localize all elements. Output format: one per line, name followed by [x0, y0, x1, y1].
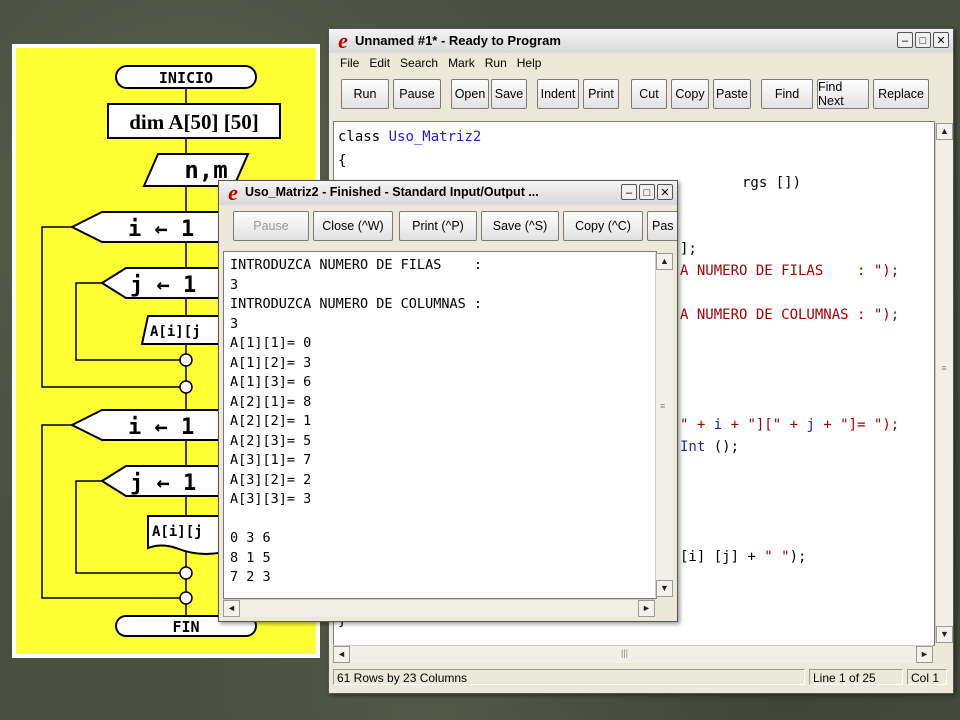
menu-edit[interactable]: Edit: [364, 53, 395, 73]
print-button[interactable]: Print: [583, 79, 619, 109]
output-line: A[1][3]= 6: [230, 374, 312, 390]
maximize-icon[interactable]: □: [639, 184, 655, 200]
pause-button[interactable]: Pause: [233, 211, 309, 241]
editor-vertical-scrollbar[interactable]: ▲ ≡ ▼: [935, 123, 953, 643]
find-next-button[interactable]: Find Next: [817, 79, 869, 109]
end-label: FIN: [172, 618, 199, 636]
output-title: Uso_Matriz2 - Finished - Standard Input/…: [245, 185, 539, 199]
scroll-right-icon[interactable]: ►: [916, 646, 933, 663]
output-line: 8 1 5: [230, 549, 271, 566]
code-line: {: [338, 153, 347, 169]
read-label: A[i][j: [150, 324, 201, 340]
loop-i-label-2: i ← 1: [128, 415, 194, 440]
menu-help[interactable]: Help: [512, 53, 547, 73]
scroll-left-icon[interactable]: ◄: [333, 646, 350, 663]
editor-title: Unnamed #1* - Ready to Program: [355, 33, 561, 48]
indent-button[interactable]: Indent: [537, 79, 579, 109]
console-output[interactable]: INTRODUZCA NUMERO DE FILAS : 3 INTRODUZC…: [223, 251, 657, 599]
output-line: 0 3 6: [230, 530, 271, 546]
code-line: " + i + "][" + j + "]= ");: [680, 417, 900, 433]
output-line: A[3][1]= 7: [230, 452, 312, 468]
scroll-right-icon[interactable]: ►: [638, 600, 655, 617]
loop-j-label-1: j ← 1: [130, 273, 196, 298]
close-button[interactable]: Close (^W): [313, 211, 393, 241]
close-icon[interactable]: ✕: [933, 32, 949, 48]
start-label: INICIO: [159, 69, 213, 87]
menu-file[interactable]: File: [335, 53, 364, 73]
code-line: ];: [680, 241, 697, 257]
pause-button[interactable]: Pause: [393, 79, 441, 109]
output-line: A[3][3]= 3: [230, 491, 312, 507]
code-line: class Uso_Matriz2: [338, 129, 482, 145]
replace-button[interactable]: Replace: [873, 79, 929, 109]
scroll-down-icon[interactable]: ▼: [656, 580, 673, 597]
connector-2: [179, 380, 193, 394]
output-line: A[2][1]= 8: [230, 393, 312, 410]
scroll-up-icon[interactable]: ▲: [656, 253, 673, 270]
loop-j-label-2: j ← 1: [130, 471, 196, 496]
output-line: A[3][2]= 2: [230, 471, 312, 488]
editor-titlebar[interactable]: e Unnamed #1* - Ready to Program – □ ✕: [329, 29, 953, 54]
output-window[interactable]: e Uso_Matriz2 - Finished - Standard Inpu…: [218, 180, 678, 622]
status-col: Col 1: [907, 669, 947, 685]
minimize-icon[interactable]: –: [897, 32, 913, 48]
scroll-down-icon[interactable]: ▼: [936, 626, 953, 643]
output-line: A[1][2]= 3: [230, 354, 312, 371]
scroll-up-icon[interactable]: ▲: [936, 123, 953, 140]
print-button[interactable]: Print (^P): [399, 211, 477, 241]
app-logo-icon: e: [338, 28, 348, 53]
output-line: A[2][2]= 1: [230, 413, 312, 429]
app-logo-icon: e: [228, 180, 238, 205]
status-rows: 61 Rows by 23 Columns: [333, 669, 805, 685]
close-icon[interactable]: ✕: [657, 184, 673, 200]
paste-button[interactable]: Pas: [647, 211, 677, 241]
editor-toolbar: Run Pause Open Save Indent Print Cut Cop…: [329, 73, 953, 115]
menu-run[interactable]: Run: [480, 53, 512, 73]
output-line: A[2][3]= 5: [230, 432, 312, 449]
find-button[interactable]: Find: [761, 79, 813, 109]
status-bar: 61 Rows by 23 Columns Line 1 of 25 Col 1: [329, 667, 951, 687]
run-button[interactable]: Run: [341, 79, 389, 109]
cut-button[interactable]: Cut: [631, 79, 667, 109]
loop-i-label-1: i ← 1: [128, 217, 194, 242]
connector-4: [179, 591, 193, 605]
menu-mark[interactable]: Mark: [443, 53, 480, 73]
maximize-icon[interactable]: □: [915, 32, 931, 48]
connector-1: [179, 353, 193, 367]
output-horizontal-scrollbar[interactable]: ◄ ►: [223, 599, 655, 617]
output-line: INTRODUZCA NUMERO DE FILAS :: [230, 257, 482, 273]
code-line: A NUMERO DE FILAS : ");: [680, 263, 900, 279]
code-line: A NUMERO DE COLUMNAS : ");: [680, 307, 900, 323]
output-toolbar: Pause Close (^W) Print (^P) Save (^S) Co…: [219, 205, 677, 249]
copy-button[interactable]: Copy (^C): [563, 211, 643, 241]
output-vertical-scrollbar[interactable]: ▲ ≡ ▼: [655, 253, 673, 597]
code-line: [i] [j] + " ");: [680, 549, 807, 565]
dim-label: dim A[50] [50]: [129, 110, 259, 134]
output-line: 3: [230, 315, 239, 332]
menu-bar: File Edit Search Mark Run Help: [329, 53, 953, 73]
output-line: 7 2 3: [230, 569, 271, 585]
save-button[interactable]: Save (^S): [481, 211, 559, 241]
output-line: 3: [230, 276, 239, 293]
open-button[interactable]: Open: [451, 79, 489, 109]
connector-3: [179, 566, 193, 580]
code-line: Int ();: [680, 439, 740, 455]
status-line: Line 1 of 25: [809, 669, 903, 685]
save-button[interactable]: Save: [491, 79, 527, 109]
code-line: rgs []): [742, 175, 802, 191]
menu-search[interactable]: Search: [395, 53, 443, 73]
minimize-icon[interactable]: –: [621, 184, 637, 200]
print-label: A[i][j: [152, 524, 203, 540]
output-titlebar[interactable]: e Uso_Matriz2 - Finished - Standard Inpu…: [219, 181, 677, 206]
output-line: INTRODUZCA NUMERO DE COLUMNAS :: [230, 296, 482, 312]
scroll-left-icon[interactable]: ◄: [223, 600, 240, 617]
paste-button[interactable]: Paste: [713, 79, 751, 109]
output-line: A[1][1]= 0: [230, 335, 312, 351]
editor-horizontal-scrollbar[interactable]: ◄ ||| ►: [333, 645, 933, 663]
copy-button[interactable]: Copy: [671, 79, 709, 109]
